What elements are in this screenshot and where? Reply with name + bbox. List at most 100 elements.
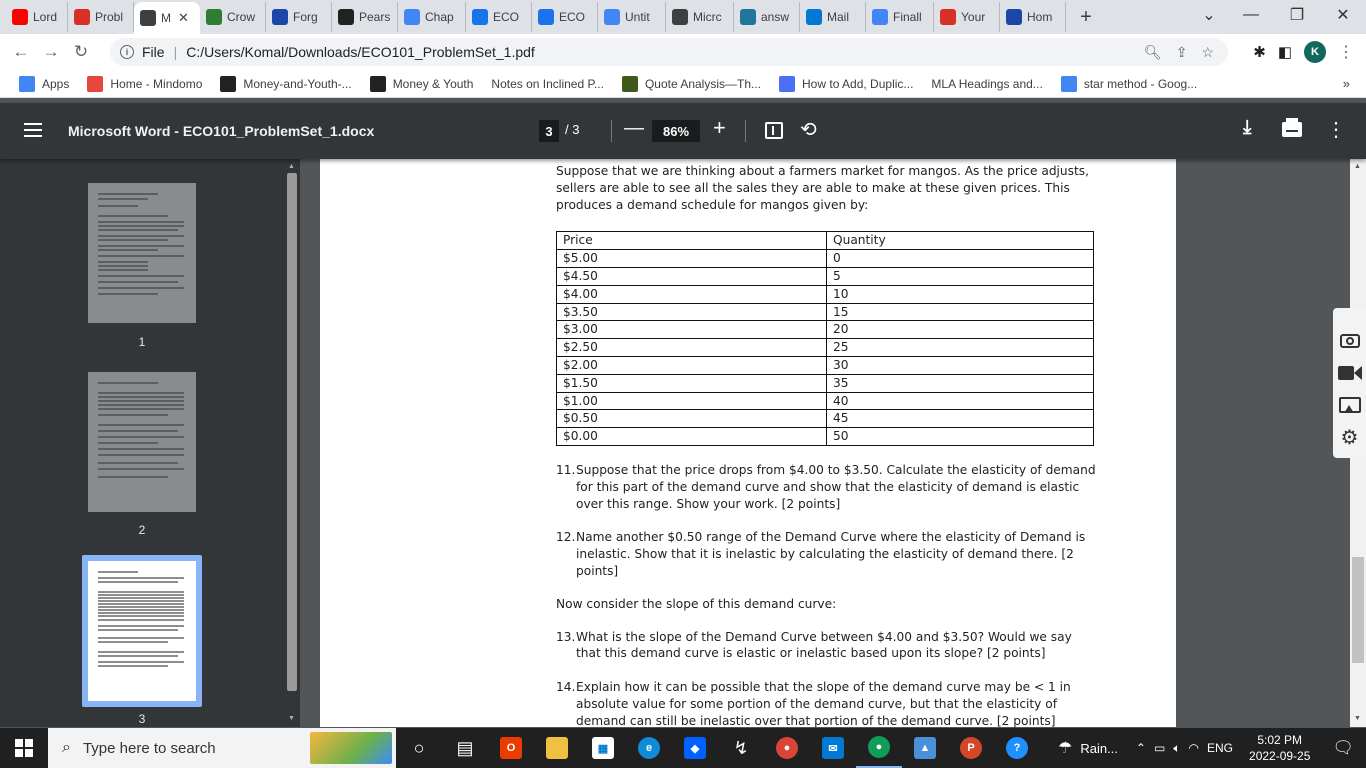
scrollbar-thumb[interactable] xyxy=(1352,557,1364,663)
scroll-up-arrow-icon[interactable]: ▲ xyxy=(1354,163,1361,170)
bookmark-star-icon[interactable]: ☆ xyxy=(1201,44,1214,61)
page-thumbnail-3[interactable] xyxy=(88,561,196,701)
powerpoint-icon[interactable]: P xyxy=(948,728,994,768)
zoom-level-input[interactable]: 86% xyxy=(652,120,700,142)
browser-tab[interactable]: ECO xyxy=(532,2,598,32)
pdf-more-icon[interactable]: ⋮ xyxy=(1326,117,1346,142)
bookmark-item[interactable]: MLA Headings and... xyxy=(922,77,1051,91)
dropbox-icon[interactable]: ◆ xyxy=(672,728,718,768)
scroll-down-arrow-icon[interactable]: ▼ xyxy=(1354,715,1361,722)
fit-page-icon[interactable] xyxy=(765,122,783,139)
close-tab-icon[interactable]: ✕ xyxy=(178,10,189,26)
language-indicator[interactable]: ENG xyxy=(1207,741,1233,755)
browser-tab[interactable]: Chap xyxy=(398,2,466,32)
volume-icon[interactable]: 🔈︎ xyxy=(1173,741,1180,756)
share-icon[interactable]: ⇪ xyxy=(1176,44,1188,61)
table-row: $5.00 0 xyxy=(556,249,1094,268)
camera-icon[interactable] xyxy=(1337,330,1363,352)
rotate-icon[interactable]: ⟲ xyxy=(800,117,817,142)
page-number-input[interactable]: 3 xyxy=(539,120,559,142)
notifications-icon[interactable]: 🗨︎ xyxy=(1332,738,1354,758)
cortana-icon[interactable]: ○ xyxy=(396,728,442,768)
page-thumbnail-1[interactable] xyxy=(88,183,196,323)
thumbnail-text-line xyxy=(98,594,184,596)
windows-taskbar: ⌕ Type here to search ○ ▤ O ▦ e ◆ ↯ ● ✉ … xyxy=(0,728,1366,768)
video-camera-icon[interactable] xyxy=(1337,362,1363,384)
info-icon[interactable]: i xyxy=(120,45,134,59)
bookmark-item[interactable]: Home - Mindomo xyxy=(78,75,211,92)
side-panel-icon[interactable]: ◧ xyxy=(1278,43,1292,61)
browser-tab[interactable]: Hom xyxy=(1000,2,1066,32)
more-bookmarks-chevron-icon[interactable]: » xyxy=(1343,76,1350,91)
chrome-icon[interactable]: ● xyxy=(764,728,810,768)
minimize-button[interactable]: — xyxy=(1228,0,1274,30)
windows-start-button[interactable] xyxy=(0,728,48,768)
bookmark-item[interactable]: star method - Goog... xyxy=(1052,75,1206,92)
close-window-button[interactable]: ✕ xyxy=(1320,0,1366,30)
table-row: $0.00 50 xyxy=(556,427,1094,446)
download-icon[interactable]: ⤓ xyxy=(1243,117,1251,139)
microsoft-store-icon[interactable]: ▦ xyxy=(580,728,626,768)
help-icon[interactable]: ? xyxy=(994,728,1040,768)
bookmark-item[interactable]: Apps xyxy=(10,75,78,92)
weather-text[interactable]: Rain... xyxy=(1080,741,1118,756)
back-button[interactable]: ← xyxy=(6,37,36,67)
forward-button[interactable]: → xyxy=(36,37,66,67)
browser-tab[interactable]: Your xyxy=(934,2,1000,32)
zoom-icon[interactable]: 🔍︎ xyxy=(1144,44,1162,61)
browser-menu-icon[interactable]: ⋮ xyxy=(1338,42,1354,62)
browser-tab[interactable]: Crow xyxy=(200,2,266,32)
scrollbar-thumb[interactable] xyxy=(287,173,297,691)
extensions-icon[interactable]: ✱ xyxy=(1253,43,1266,61)
bookmark-item[interactable]: Quote Analysis—Th... xyxy=(613,75,770,92)
url-text[interactable]: C:/Users/Komal/Downloads/ECO101_ProblemS… xyxy=(186,44,535,60)
browser-tab[interactable]: Micrc xyxy=(666,2,734,32)
browser-tab[interactable]: Pears xyxy=(332,2,398,32)
thumbnail-scrollbar[interactable]: ▲ ▼ xyxy=(284,159,300,727)
new-tab-button[interactable]: + xyxy=(1072,3,1100,31)
app-icon[interactable]: ↯ xyxy=(718,728,764,768)
image-gallery-icon[interactable] xyxy=(1337,394,1363,416)
chrome-profile-icon[interactable]: ● xyxy=(856,728,902,768)
browser-tab[interactable]: answ xyxy=(734,2,800,32)
taskbar-search-box[interactable]: ⌕ Type here to search xyxy=(48,728,396,768)
bookmark-item[interactable]: How to Add, Duplic... xyxy=(770,75,922,92)
page-thumbnail-2[interactable] xyxy=(88,372,196,512)
mail-icon[interactable]: ✉ xyxy=(810,728,856,768)
bookmark-item[interactable]: Notes on Inclined P... xyxy=(482,77,613,91)
show-hidden-icons-icon[interactable]: ⌃ xyxy=(1136,741,1146,755)
office-icon[interactable]: O xyxy=(488,728,534,768)
taskbar-clock[interactable]: 5:02 PM 2022-09-25 xyxy=(1249,732,1310,764)
sidebar-menu-icon[interactable] xyxy=(24,123,42,137)
edge-icon[interactable]: e xyxy=(626,728,672,768)
browser-tab[interactable]: M ✕ xyxy=(134,2,200,34)
address-bar[interactable]: i File | C:/Users/Komal/Downloads/ECO101… xyxy=(110,38,1228,66)
browser-tab[interactable]: Mail xyxy=(800,2,866,32)
tab-search-chevron-icon[interactable]: ⌄ xyxy=(1186,0,1232,30)
scroll-up-arrow-icon[interactable]: ▲ xyxy=(288,163,295,170)
scroll-down-arrow-icon[interactable]: ▼ xyxy=(288,715,295,722)
profile-avatar[interactable]: K xyxy=(1304,41,1326,63)
restore-button[interactable]: ❐ xyxy=(1274,0,1320,30)
bookmark-item[interactable]: Money-and-Youth-... xyxy=(211,75,360,92)
browser-tab[interactable]: Forg xyxy=(266,2,332,32)
weather-icon[interactable]: ☂ xyxy=(1058,738,1072,758)
print-icon[interactable] xyxy=(1282,118,1302,137)
battery-icon[interactable]: ▭ xyxy=(1154,741,1165,755)
zoom-out-button[interactable]: — xyxy=(624,117,644,140)
browser-tab[interactable]: Untit xyxy=(598,2,666,32)
browser-tab[interactable]: Lord xyxy=(6,2,68,32)
photos-icon[interactable]: ▲ xyxy=(902,728,948,768)
browser-tab[interactable]: Probl xyxy=(68,2,134,32)
reload-button[interactable]: ↻ xyxy=(66,37,96,67)
browser-tab[interactable]: ECO xyxy=(466,2,532,32)
zoom-in-button[interactable]: + xyxy=(713,115,726,141)
bookmark-item[interactable]: Money & Youth xyxy=(361,75,483,92)
wifi-icon[interactable]: ◠ xyxy=(1189,741,1199,755)
settings-gear-icon[interactable]: ⚙ xyxy=(1337,426,1363,449)
file-explorer-icon[interactable] xyxy=(534,728,580,768)
thumbnail-text-line xyxy=(98,448,184,450)
thumbnail-text-line xyxy=(98,571,138,573)
task-view-icon[interactable]: ▤ xyxy=(442,728,488,768)
browser-tab[interactable]: Finall xyxy=(866,2,934,32)
